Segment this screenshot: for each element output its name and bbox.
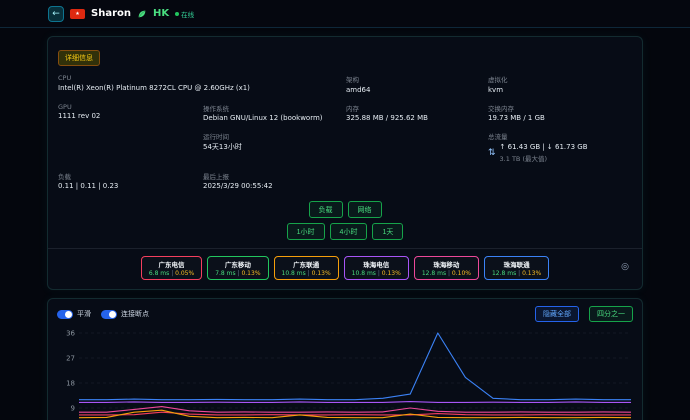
isp-name: 珠海电信 xyxy=(352,259,401,269)
field-value: 325.88 MB / 925.62 MB xyxy=(346,114,488,123)
smooth-toggle[interactable]: 平滑 xyxy=(57,309,91,319)
isp-loss: 0.13% xyxy=(522,270,541,277)
traffic-updown-icon: ⇅ xyxy=(488,148,496,158)
status-badge: 在线 xyxy=(175,9,194,19)
field-label: 操作系统 xyxy=(203,103,346,113)
field-value: Debian GNU/Linux 12 (bookworm) xyxy=(203,114,346,123)
chart-controls: 负载 网络 1小时 4小时 1天 xyxy=(58,201,632,240)
field-label: CPU xyxy=(58,74,346,82)
connect-gaps-toggle[interactable]: 连接断点 xyxy=(101,309,149,319)
field-value: 2025/3/29 00:55:42 xyxy=(203,182,346,191)
field-value: 54天13小时 xyxy=(203,143,346,152)
field-uptime: 运行时间 54天13小时 xyxy=(203,131,346,163)
chart-header: 平滑 连接断点 隐藏全部 四分之一 xyxy=(57,306,633,322)
view-load-button[interactable]: 负载 xyxy=(309,201,343,218)
field-label: 运行时间 xyxy=(203,131,346,141)
isp-loss: 0.13% xyxy=(241,270,260,277)
isp-chip-gd-telecom[interactable]: 广东电信 6.8 ms | 0.05% xyxy=(141,256,202,280)
field-label: 虚拟化 xyxy=(488,74,632,84)
field-value: Intel(R) Xeon(R) Platinum 8272CL CPU @ 2… xyxy=(58,84,346,93)
svg-text:18: 18 xyxy=(66,380,75,388)
range-1d-button[interactable]: 1天 xyxy=(372,223,403,240)
field-swap: 交换内存 19.73 MB / 1 GB xyxy=(488,103,632,124)
region-flag-icon: ★ xyxy=(70,9,85,19)
field-gpu: GPU 1111 rev 02 xyxy=(58,103,203,124)
svg-text:27: 27 xyxy=(66,355,75,363)
field-value: 1111 rev 02 xyxy=(58,112,203,121)
field-cpu: CPU Intel(R) Xeon(R) Platinum 8272CL CPU… xyxy=(58,74,346,95)
field-value: amd64 xyxy=(346,86,488,95)
online-dot-icon xyxy=(175,12,179,16)
leaf-icon xyxy=(137,9,147,19)
isp-loss: 0.05% xyxy=(175,270,194,277)
field-label: 总流量 xyxy=(488,131,632,141)
view-network-button[interactable]: 网络 xyxy=(348,201,382,218)
traffic-updown-value: ↑ 61.43 GB | ↓ 61.73 GB xyxy=(500,143,588,152)
isp-latency: 12.8 ms xyxy=(422,270,446,277)
range-1h-button[interactable]: 1小时 xyxy=(287,223,325,240)
quarter-view-button[interactable]: 四分之一 xyxy=(589,306,633,322)
field-load: 负载 0.11 | 0.11 | 0.23 xyxy=(58,171,203,192)
field-label: 交换内存 xyxy=(488,103,632,113)
field-last-report: 最后上报 2025/3/29 00:55:42 xyxy=(203,171,346,192)
isp-loss: 0.13% xyxy=(312,270,331,277)
latency-chart-card: 平滑 连接断点 隐藏全部 四分之一 36271890 03-29 00:01 0… xyxy=(47,298,643,420)
main-content: 详细信息 CPU Intel(R) Xeon(R) Platinum 8272C… xyxy=(47,36,643,420)
isp-chip-gd-mobile[interactable]: 广东移动 7.8 ms | 0.13% xyxy=(207,256,268,280)
field-virtualization: 虚拟化 kvm xyxy=(488,74,632,95)
hide-all-button[interactable]: 隐藏全部 xyxy=(535,306,579,322)
isp-loss: 0.13% xyxy=(382,270,401,277)
field-traffic: 总流量 ⇅ ↑ 61.43 GB | ↓ 61.73 GB 3.1 TB (最大… xyxy=(488,131,632,163)
back-arrow-icon: ← xyxy=(52,9,60,19)
svg-text:36: 36 xyxy=(66,330,75,338)
field-memory: 内存 325.88 MB / 925.62 MB xyxy=(346,103,488,124)
field-arch: 架构 amd64 xyxy=(346,74,488,95)
info-grid: CPU Intel(R) Xeon(R) Platinum 8272CL CPU… xyxy=(58,74,632,191)
topbar: ← ★ Sharon HK 在线 xyxy=(0,0,690,28)
isp-name: 广东电信 xyxy=(149,259,194,269)
isp-latency: 6.8 ms xyxy=(149,270,169,277)
toggle-switch-icon xyxy=(57,310,73,319)
range-buttons: 1小时 4小时 1天 xyxy=(287,223,404,240)
field-value: kvm xyxy=(488,86,632,95)
field-label: 架构 xyxy=(346,74,488,84)
field-label: 内存 xyxy=(346,103,488,113)
isp-latency: 12.8 ms xyxy=(492,270,516,277)
isp-chip-gd-unicom[interactable]: 广东联通 10.8 ms | 0.13% xyxy=(274,256,339,280)
isp-latency: 10.8 ms xyxy=(282,270,306,277)
back-button[interactable]: ← xyxy=(48,6,64,22)
isp-chips-row: 广东电信 6.8 ms | 0.05% 广东移动 7.8 ms | 0.13% … xyxy=(58,249,632,285)
isp-latency: 7.8 ms xyxy=(215,270,235,277)
traffic-total-value: 3.1 TB (最大值) xyxy=(500,153,588,163)
toggle-label: 平滑 xyxy=(77,309,91,319)
field-label: 负载 xyxy=(58,171,203,181)
isp-chip-zh-unicom[interactable]: 珠海联通 12.8 ms | 0.13% xyxy=(484,256,549,280)
toggle-switch-icon xyxy=(101,310,117,319)
field-label: 最后上报 xyxy=(203,171,346,181)
record-circle-icon[interactable]: ◎ xyxy=(621,262,629,272)
isp-name: 珠海移动 xyxy=(422,259,471,269)
field-value: 0.11 | 0.11 | 0.23 xyxy=(58,182,203,191)
status-label: 在线 xyxy=(181,9,194,19)
details-badge: 详细信息 xyxy=(58,50,100,66)
svg-text:9: 9 xyxy=(71,405,75,413)
isp-chip-zh-mobile[interactable]: 珠海移动 12.8 ms | 0.10% xyxy=(414,256,479,280)
field-os: 操作系统 Debian GNU/Linux 12 (bookworm) xyxy=(203,103,346,124)
range-4h-button[interactable]: 4小时 xyxy=(330,223,368,240)
isp-loss: 0.10% xyxy=(452,270,471,277)
isp-latency: 10.8 ms xyxy=(352,270,376,277)
toggle-label: 连接断点 xyxy=(121,309,149,319)
latency-line-chart[interactable]: 36271890 xyxy=(57,327,635,420)
isp-name: 广东移动 xyxy=(215,259,260,269)
field-value: 19.73 MB / 1 GB xyxy=(488,114,632,123)
view-buttons: 负载 网络 xyxy=(309,201,382,218)
isp-name: 珠海联通 xyxy=(492,259,541,269)
field-label: GPU xyxy=(58,103,203,111)
region-code: HK xyxy=(153,8,169,19)
server-name: Sharon xyxy=(91,8,131,19)
isp-chip-zh-telecom[interactable]: 珠海电信 10.8 ms | 0.13% xyxy=(344,256,409,280)
details-card: 详细信息 CPU Intel(R) Xeon(R) Platinum 8272C… xyxy=(47,36,643,290)
isp-name: 广东联通 xyxy=(282,259,331,269)
